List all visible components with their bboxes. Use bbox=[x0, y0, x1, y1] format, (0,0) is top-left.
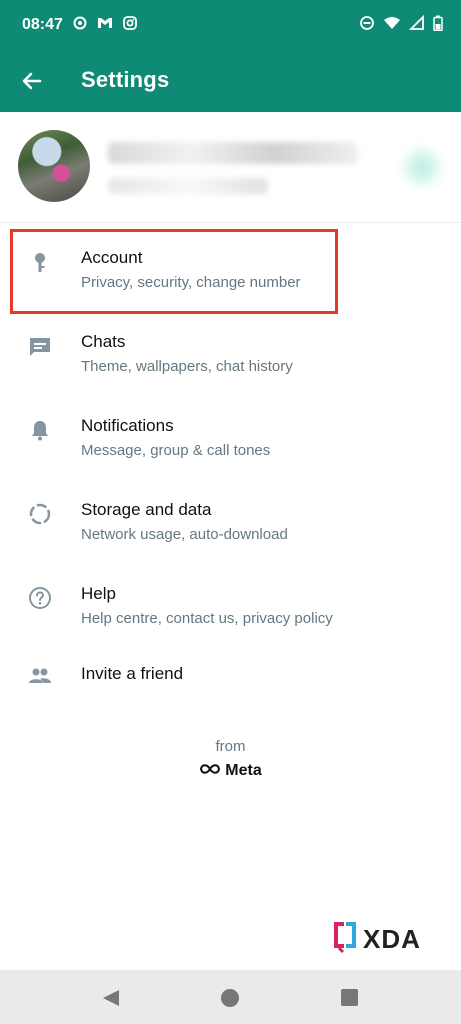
settings-item-title: Chats bbox=[81, 332, 126, 351]
footer-from: from bbox=[215, 738, 246, 755]
nav-home-icon[interactable] bbox=[221, 989, 239, 1007]
storage-icon bbox=[28, 502, 52, 526]
battery-icon bbox=[433, 15, 443, 36]
settings-item-title: Help bbox=[81, 584, 116, 603]
settings-item-subtitle: Network usage, auto-download bbox=[81, 526, 288, 543]
wifi-icon bbox=[383, 15, 401, 36]
status-right-icons bbox=[359, 14, 443, 36]
signal-icon bbox=[408, 14, 425, 36]
settings-item-subtitle: Theme, wallpapers, chat history bbox=[81, 358, 293, 375]
settings-item-subtitle: Help centre, contact us, privacy policy bbox=[81, 610, 333, 627]
system-nav-bar bbox=[0, 970, 461, 1024]
app-bar: Settings bbox=[0, 50, 461, 112]
bell-icon bbox=[28, 418, 52, 442]
nav-back-icon[interactable] bbox=[101, 988, 121, 1008]
status-bar: 08:47 bbox=[0, 0, 461, 50]
xda-bracket-icon bbox=[333, 921, 357, 958]
avatar[interactable] bbox=[18, 130, 90, 202]
profile-status-blurred bbox=[108, 178, 268, 194]
profile-row[interactable] bbox=[0, 112, 461, 223]
settings-item-title: Storage and data bbox=[81, 500, 212, 519]
settings-item-title: Notifications bbox=[81, 416, 174, 435]
threads-icon bbox=[72, 15, 88, 36]
instagram-icon bbox=[122, 15, 138, 36]
settings-item-invite[interactable]: Invite a friend bbox=[0, 626, 461, 710]
meta-logo: Meta bbox=[0, 762, 461, 780]
nav-recents-icon[interactable] bbox=[341, 989, 358, 1006]
settings-item-notifications[interactable]: Notifications Message, group & call tone… bbox=[0, 390, 461, 474]
profile-name-blurred bbox=[108, 142, 358, 164]
back-arrow-icon[interactable] bbox=[18, 67, 46, 95]
chat-icon bbox=[28, 334, 52, 358]
qr-code-icon[interactable] bbox=[401, 146, 443, 188]
meta-infinity-icon bbox=[199, 762, 221, 780]
settings-item-chats[interactable]: Chats Theme, wallpapers, chat history bbox=[0, 306, 461, 390]
gmail-icon bbox=[96, 15, 114, 36]
status-left-icons bbox=[72, 15, 138, 36]
meta-label: Meta bbox=[225, 762, 262, 779]
help-icon bbox=[28, 586, 52, 610]
xda-text: XDA bbox=[363, 923, 421, 954]
page-title: Settings bbox=[81, 67, 170, 92]
highlight-box bbox=[10, 229, 338, 314]
settings-item-subtitle: Message, group & call tones bbox=[81, 442, 271, 459]
status-time: 08:47 bbox=[22, 16, 63, 33]
settings-item-title: Invite a friend bbox=[81, 664, 184, 683]
settings-item-storage[interactable]: Storage and data Network usage, auto-dow… bbox=[0, 474, 461, 558]
dnd-icon bbox=[359, 15, 375, 36]
people-icon bbox=[28, 664, 52, 688]
xda-watermark: XDA bbox=[333, 921, 443, 958]
